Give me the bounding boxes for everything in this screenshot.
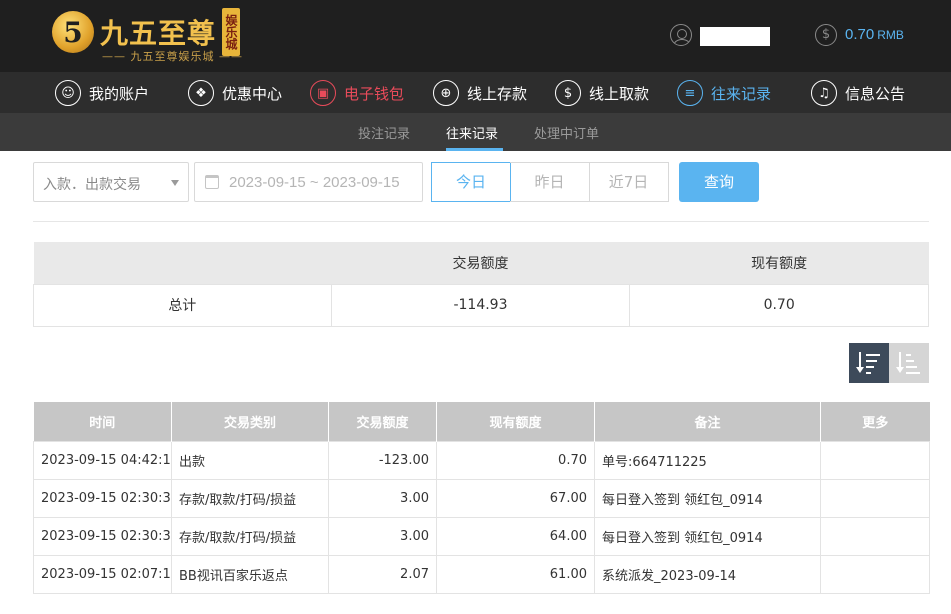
summary-table: 交易额度 现有额度 总计 -114.93 0.70 — [33, 242, 929, 327]
records-table: 时间 交易类别 交易额度 现有额度 备注 更多 2023-09-15 04:42… — [33, 402, 930, 594]
summary-header-balance: 现有额度 — [629, 242, 929, 284]
cell-balance: 0.70 — [436, 440, 595, 480]
table-row[interactable]: 2023-09-15 02:30:39 存款/取款/打码/损益 3.00 67.… — [33, 478, 930, 518]
date-range-input[interactable]: 2023-09-15 ~ 2023-09-15 — [194, 162, 423, 202]
cell-more[interactable] — [820, 554, 930, 594]
calendar-icon — [205, 175, 219, 189]
cell-balance: 67.00 — [436, 478, 595, 518]
bell-icon: ♫ — [811, 80, 837, 106]
records-header-row: 时间 交易类别 交易额度 现有额度 备注 更多 — [33, 402, 930, 441]
brand-logo[interactable]: 5 九五至尊 娱乐城 —— 九五至尊娱乐城 —— — [52, 8, 242, 63]
cell-balance: 61.00 — [436, 554, 595, 594]
cell-time: 2023-09-15 02:30:39 — [33, 516, 172, 556]
wallet-icon: ▣ — [310, 80, 336, 106]
cell-more[interactable] — [820, 516, 930, 556]
cell-note: 系统派发_2023-09-14 — [594, 554, 821, 594]
nav-online-deposit[interactable]: ⊕ 线上存款 — [433, 78, 527, 108]
last-7-days-button[interactable]: 近7日 — [589, 162, 669, 202]
cell-more[interactable] — [820, 440, 930, 480]
transaction-type-select[interactable]: 入款．出款交易 — [33, 162, 189, 202]
cell-amount: 3.00 — [328, 516, 437, 556]
nav-announcements[interactable]: ♫ 信息公告 — [811, 78, 905, 108]
cell-time: 2023-09-15 02:30:39 — [33, 478, 172, 518]
yesterday-button[interactable]: 昨日 — [510, 162, 590, 202]
nav-online-withdraw[interactable]: $ 线上取款 — [555, 78, 649, 108]
summary-header-blank — [33, 242, 332, 284]
cell-amount: 2.07 — [328, 554, 437, 594]
cell-note: 每日登入签到 领红包_0914 — [594, 478, 821, 518]
cell-type: 出款 — [171, 440, 329, 480]
sort-descending-button[interactable] — [849, 343, 889, 383]
summary-total-label: 总计 — [33, 283, 332, 327]
cell-balance: 64.00 — [436, 516, 595, 556]
summary-current-balance: 0.70 — [629, 283, 929, 327]
cell-type: 存款/取款/打码/损益 — [171, 478, 329, 518]
sort-descending-icon — [856, 352, 882, 374]
table-row[interactable]: 2023-09-15 04:42:17 出款 -123.00 0.70 单号:6… — [33, 440, 930, 480]
nav-promotions[interactable]: ❖ 优惠中心 — [188, 78, 282, 108]
cell-note: 单号:664711225 — [594, 440, 821, 480]
records-icon: ≡ — [677, 80, 703, 106]
cell-time: 2023-09-15 04:42:17 — [33, 440, 172, 480]
tab-transaction-records[interactable]: 往来记录 — [446, 123, 498, 142]
tab-pending-orders[interactable]: 处理中订单 — [534, 123, 599, 142]
nav-transaction-records[interactable]: ≡ 往来记录 — [677, 78, 771, 108]
top-bar: 5 九五至尊 娱乐城 —— 九五至尊娱乐城 —— $ 0.70 RMB — [0, 0, 951, 72]
cell-note: 每日登入签到 领红包_0914 — [594, 516, 821, 556]
logo-emblem: 5 — [52, 11, 94, 53]
cell-more[interactable] — [820, 478, 930, 518]
summary-header-amount: 交易额度 — [331, 242, 630, 284]
cell-type: 存款/取款/打码/损益 — [171, 516, 329, 556]
brand-name: 九五至尊 — [100, 17, 217, 50]
gift-icon: ❖ — [188, 80, 214, 106]
table-row[interactable]: 2023-09-15 02:30:39 存款/取款/打码/损益 3.00 64.… — [33, 516, 930, 556]
sort-ascending-button[interactable] — [889, 343, 929, 383]
currency-icon: $ — [815, 24, 837, 46]
col-header-time[interactable]: 时间 — [33, 402, 172, 441]
divider — [33, 221, 929, 222]
summary-trade-amount: -114.93 — [330, 283, 631, 327]
withdraw-icon: $ — [555, 80, 581, 106]
tab-bet-records[interactable]: 投注记录 — [358, 123, 410, 142]
user-icon[interactable] — [670, 24, 692, 46]
nav-e-wallet[interactable]: ▣ 电子钱包 — [310, 78, 404, 108]
col-header-more[interactable]: 更多 — [820, 402, 930, 441]
sub-nav: 投注记录 往来记录 处理中订单 — [0, 113, 951, 151]
table-row[interactable]: 2023-09-15 02:07:12 BB视讯百家乐返点 2.07 61.00… — [33, 554, 930, 594]
chevron-down-icon — [171, 180, 179, 186]
main-nav: ☺ 我的账户 ❖ 优惠中心 ▣ 电子钱包 ⊕ 线上存款 $ 线上取款 ≡ 往来记… — [0, 72, 951, 113]
col-header-amount[interactable]: 交易额度 — [328, 402, 437, 441]
sort-ascending-icon — [896, 352, 922, 374]
user-circle-icon: ☺ — [55, 80, 81, 106]
brand-subtitle: —— 九五至尊娱乐城 —— — [102, 50, 243, 63]
col-header-balance[interactable]: 现有额度 — [436, 402, 595, 441]
deposit-icon: ⊕ — [433, 80, 459, 106]
cell-amount: -123.00 — [328, 440, 437, 480]
cell-type: BB视讯百家乐返点 — [171, 554, 329, 594]
nav-my-account[interactable]: ☺ 我的账户 — [55, 78, 149, 108]
account-balance: 0.70 RMB — [845, 26, 904, 43]
query-button[interactable]: 查询 — [679, 162, 759, 202]
cell-time: 2023-09-15 02:07:12 — [33, 554, 172, 594]
col-header-type[interactable]: 交易类别 — [171, 402, 329, 441]
today-button[interactable]: 今日 — [431, 162, 511, 202]
cell-amount: 3.00 — [328, 478, 437, 518]
username-field — [700, 27, 770, 46]
col-header-note[interactable]: 备注 — [594, 402, 821, 441]
active-tab-indicator — [446, 148, 503, 151]
